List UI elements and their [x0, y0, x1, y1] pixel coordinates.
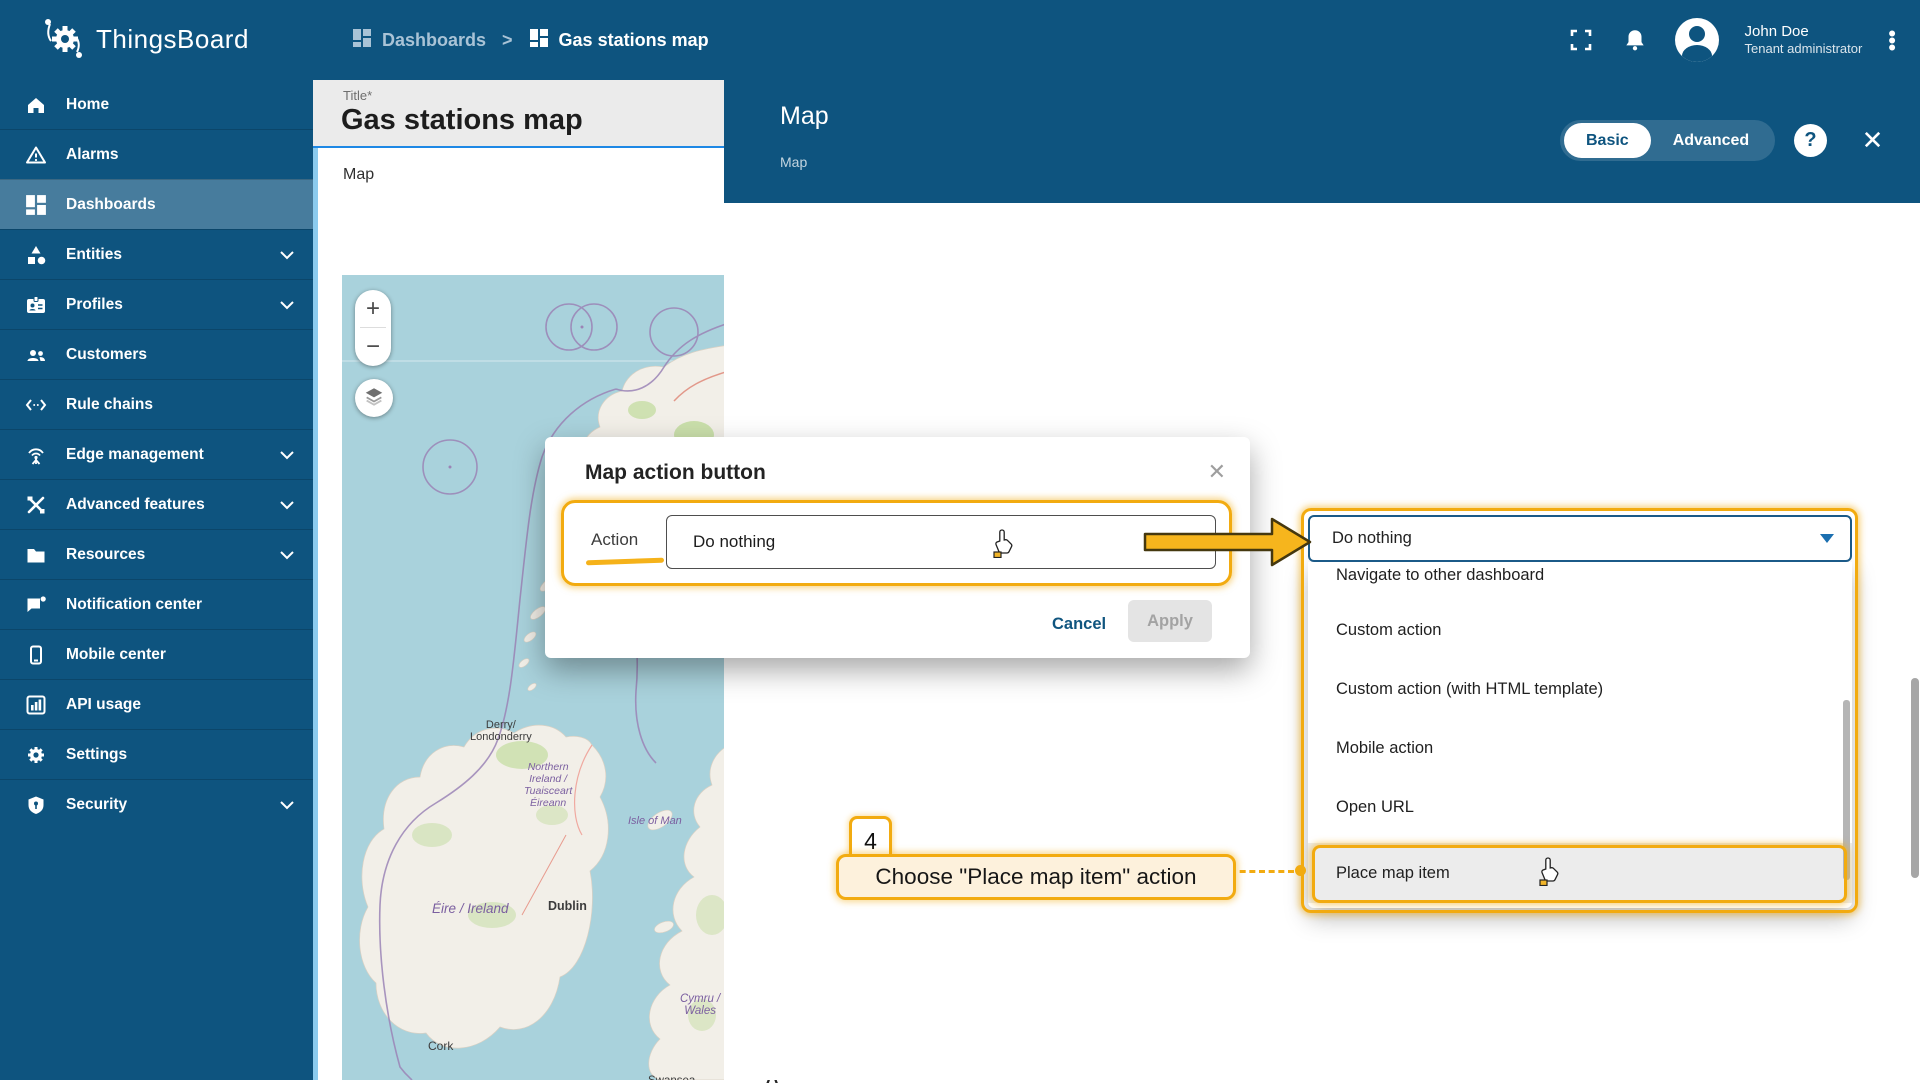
- dashboard-grid-icon: [529, 28, 549, 53]
- chevron-down-icon: [279, 448, 295, 466]
- help-icon[interactable]: ?: [1794, 124, 1827, 157]
- chevron-down-icon: [279, 798, 295, 816]
- settings-subtitle: Map: [780, 154, 807, 170]
- option-place-map-item[interactable]: Place map item: [1308, 843, 1852, 903]
- chevron-down-icon: [279, 548, 295, 566]
- app-header: ThingsBoard Dashboards > Gas stations ma…: [0, 0, 1920, 80]
- action-type-value: Do nothing: [1310, 529, 1820, 548]
- user-role: Tenant administrator: [1745, 41, 1863, 58]
- chart-icon: [24, 693, 48, 717]
- user-name: John Doe: [1745, 22, 1863, 42]
- sidebar-item-notification-center[interactable]: Notification center: [0, 579, 313, 629]
- sidebar-item-settings[interactable]: Settings: [0, 729, 313, 779]
- shield-icon: [24, 793, 48, 817]
- dialog-action-select[interactable]: Do nothing: [666, 515, 1216, 569]
- tab-advanced[interactable]: Advanced: [1651, 123, 1771, 158]
- sidebar-item-mobile-center[interactable]: Mobile center: [0, 629, 313, 679]
- cancel-button[interactable]: Cancel: [1052, 615, 1112, 634]
- option-open-url[interactable]: Open URL: [1308, 779, 1852, 835]
- dialog-title: Map action button: [585, 461, 766, 485]
- option-custom-action-html[interactable]: Custom action (with HTML template): [1308, 661, 1852, 717]
- sidebar-item-dashboards[interactable]: Dashboards: [0, 179, 313, 229]
- gear-logo-icon: [42, 14, 84, 65]
- user-info: John Doe Tenant administrator: [1745, 22, 1863, 58]
- sidebar-item-resources[interactable]: Resources: [0, 529, 313, 579]
- annotation-callout: Choose "Place map item" action: [836, 854, 1236, 900]
- tools-icon: [24, 493, 48, 517]
- badge-icon: [24, 293, 48, 317]
- title-field-label: Title*: [343, 88, 372, 103]
- avatar[interactable]: [1675, 18, 1719, 62]
- fullscreen-icon[interactable]: [1567, 26, 1595, 54]
- dropdown-scrollbar[interactable]: [1843, 700, 1850, 880]
- more-menu-icon[interactable]: •••: [1888, 30, 1896, 51]
- zoom-in-button[interactable]: +: [355, 290, 391, 327]
- breadcrumb: Dashboards > Gas stations map: [352, 0, 709, 80]
- breadcrumb-current[interactable]: Gas stations map: [529, 28, 709, 53]
- sidebar-item-advanced-features[interactable]: Advanced features: [0, 479, 313, 529]
- option-mobile-action[interactable]: Mobile action: [1308, 720, 1852, 776]
- step-arrow-annotation: [1140, 508, 1320, 576]
- dialog-apply-button[interactable]: Apply: [1128, 600, 1212, 642]
- warning-icon: [24, 143, 48, 167]
- annotation-connector-dot: [1295, 865, 1306, 876]
- sidebar: Home Alarms Dashboards Entities Profiles…: [0, 80, 313, 1080]
- dialog-action-value: Do nothing: [667, 532, 775, 552]
- antenna-icon: [24, 443, 48, 467]
- mode-toggle: Basic Advanced: [1560, 120, 1775, 161]
- settings-title: Map: [780, 102, 829, 131]
- sidebar-item-security[interactable]: Security: [0, 779, 313, 829]
- widget-settings-header: Map Map Basic Advanced ? ✕: [724, 80, 1920, 203]
- dashboards-grid-icon: [352, 28, 372, 53]
- breadcrumb-dashboards[interactable]: Dashboards: [352, 28, 486, 53]
- sidebar-item-home[interactable]: Home: [0, 80, 313, 129]
- map-canvas[interactable]: Alba / Scotland Derry/ Londonderry North…: [342, 275, 729, 1080]
- map-layers-button[interactable]: [355, 379, 393, 417]
- dashboard-title-field[interactable]: Title* Gas stations map: [313, 80, 724, 148]
- chevron-down-icon: [279, 248, 295, 266]
- notifications-bell-icon[interactable]: [1621, 26, 1649, 54]
- sidebar-item-rule-chains[interactable]: Rule chains: [0, 379, 313, 429]
- action-field-label: Action: [591, 530, 638, 550]
- gear-icon: [24, 743, 48, 767]
- action-field-highlight: Action Do nothing: [561, 500, 1232, 586]
- dialog-close-icon[interactable]: ✕: [1208, 459, 1226, 485]
- phone-icon: [24, 643, 48, 667]
- action-type-dropdown: Navigate to other dashboard Custom actio…: [1308, 562, 1852, 908]
- home-icon: [24, 93, 48, 117]
- close-icon[interactable]: ✕: [1856, 124, 1889, 157]
- annotation-dashed-connector: [1230, 870, 1294, 873]
- dashboard-title: Gas stations map: [341, 104, 583, 137]
- shapes-icon: [24, 243, 48, 267]
- sidebar-item-entities[interactable]: Entities: [0, 229, 313, 279]
- action-type-select[interactable]: Do nothing: [1308, 515, 1852, 562]
- zoom-out-button[interactable]: −: [355, 328, 391, 365]
- rule-chain-icon: [24, 393, 48, 417]
- map-graphic: [342, 275, 729, 1080]
- tab-basic[interactable]: Basic: [1564, 123, 1651, 158]
- annotation-text: Choose "Place map item" action: [875, 864, 1196, 890]
- folder-icon: [24, 543, 48, 567]
- people-icon: [24, 343, 48, 367]
- panel-scrollbar[interactable]: [1911, 678, 1919, 878]
- breadcrumb-separator: >: [502, 30, 513, 51]
- sidebar-item-customers[interactable]: Customers: [0, 329, 313, 379]
- option-custom-action[interactable]: Custom action: [1308, 602, 1852, 658]
- widget-title: Map: [343, 166, 374, 184]
- sidebar-item-edge-management[interactable]: Edge management: [0, 429, 313, 479]
- logo-text: ThingsBoard: [96, 24, 249, 55]
- sidebar-item-api-usage[interactable]: API usage: [0, 679, 313, 729]
- chevron-down-icon: [279, 498, 295, 516]
- layers-icon: [363, 385, 385, 412]
- dashboards-grid-icon: [24, 193, 48, 217]
- option-navigate-dashboard[interactable]: Navigate to other dashboard: [1308, 562, 1852, 598]
- notification-flag-icon: [24, 593, 48, 617]
- sidebar-item-profiles[interactable]: Profiles: [0, 279, 313, 329]
- label-underline-annotation: [586, 558, 664, 566]
- map-zoom-control: + −: [355, 290, 391, 366]
- chevron-down-icon: [279, 298, 295, 316]
- thingsboard-logo: ThingsBoard: [42, 14, 249, 65]
- select-caret-icon: [1820, 534, 1834, 543]
- sidebar-item-alarms[interactable]: Alarms: [0, 129, 313, 179]
